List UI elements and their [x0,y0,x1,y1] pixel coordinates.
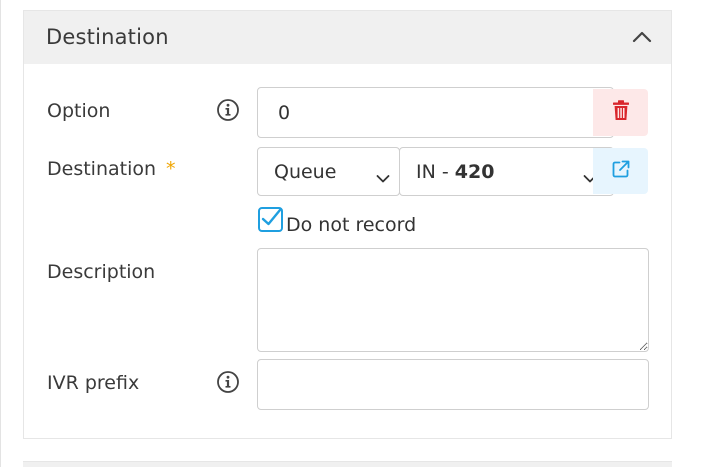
destination-label: Destination * [47,158,176,180]
panel-title: Destination [46,25,169,49]
do-not-record-checkbox[interactable] [258,207,283,232]
destination-target-prefix: IN - [416,160,455,183]
destination-type-value: Queue [274,160,337,183]
delete-button[interactable] [593,89,648,136]
option-label: Option [47,100,111,122]
open-destination-button[interactable] [593,148,648,194]
option-input[interactable] [257,87,614,138]
panel-header[interactable]: Destination [24,11,671,64]
left-divider [0,0,1,467]
next-panel-edge [23,461,672,467]
page: Destination Option 0 Destination * Queue… [0,0,717,467]
required-mark: * [166,158,176,180]
chevron-up-icon[interactable] [630,27,654,47]
description-textarea[interactable] [257,248,649,352]
external-link-icon [612,160,630,182]
ivr-prefix-input[interactable] [257,359,649,410]
info-icon[interactable] [216,98,240,122]
destination-label-text: Destination [47,158,157,180]
do-not-record-label[interactable]: Do not record [286,214,416,236]
destination-target-number: 420 [454,160,495,183]
destination-type-select[interactable]: Queue [257,147,400,196]
ivr-prefix-label: IVR prefix [47,372,140,394]
destination-panel: Destination Option 0 Destination * Queue… [23,10,672,439]
chevron-down-icon [376,167,390,182]
destination-target-select[interactable]: IN - 420 [399,147,614,196]
description-label: Description [47,261,156,283]
info-icon[interactable] [216,370,240,394]
trash-icon [612,100,630,125]
